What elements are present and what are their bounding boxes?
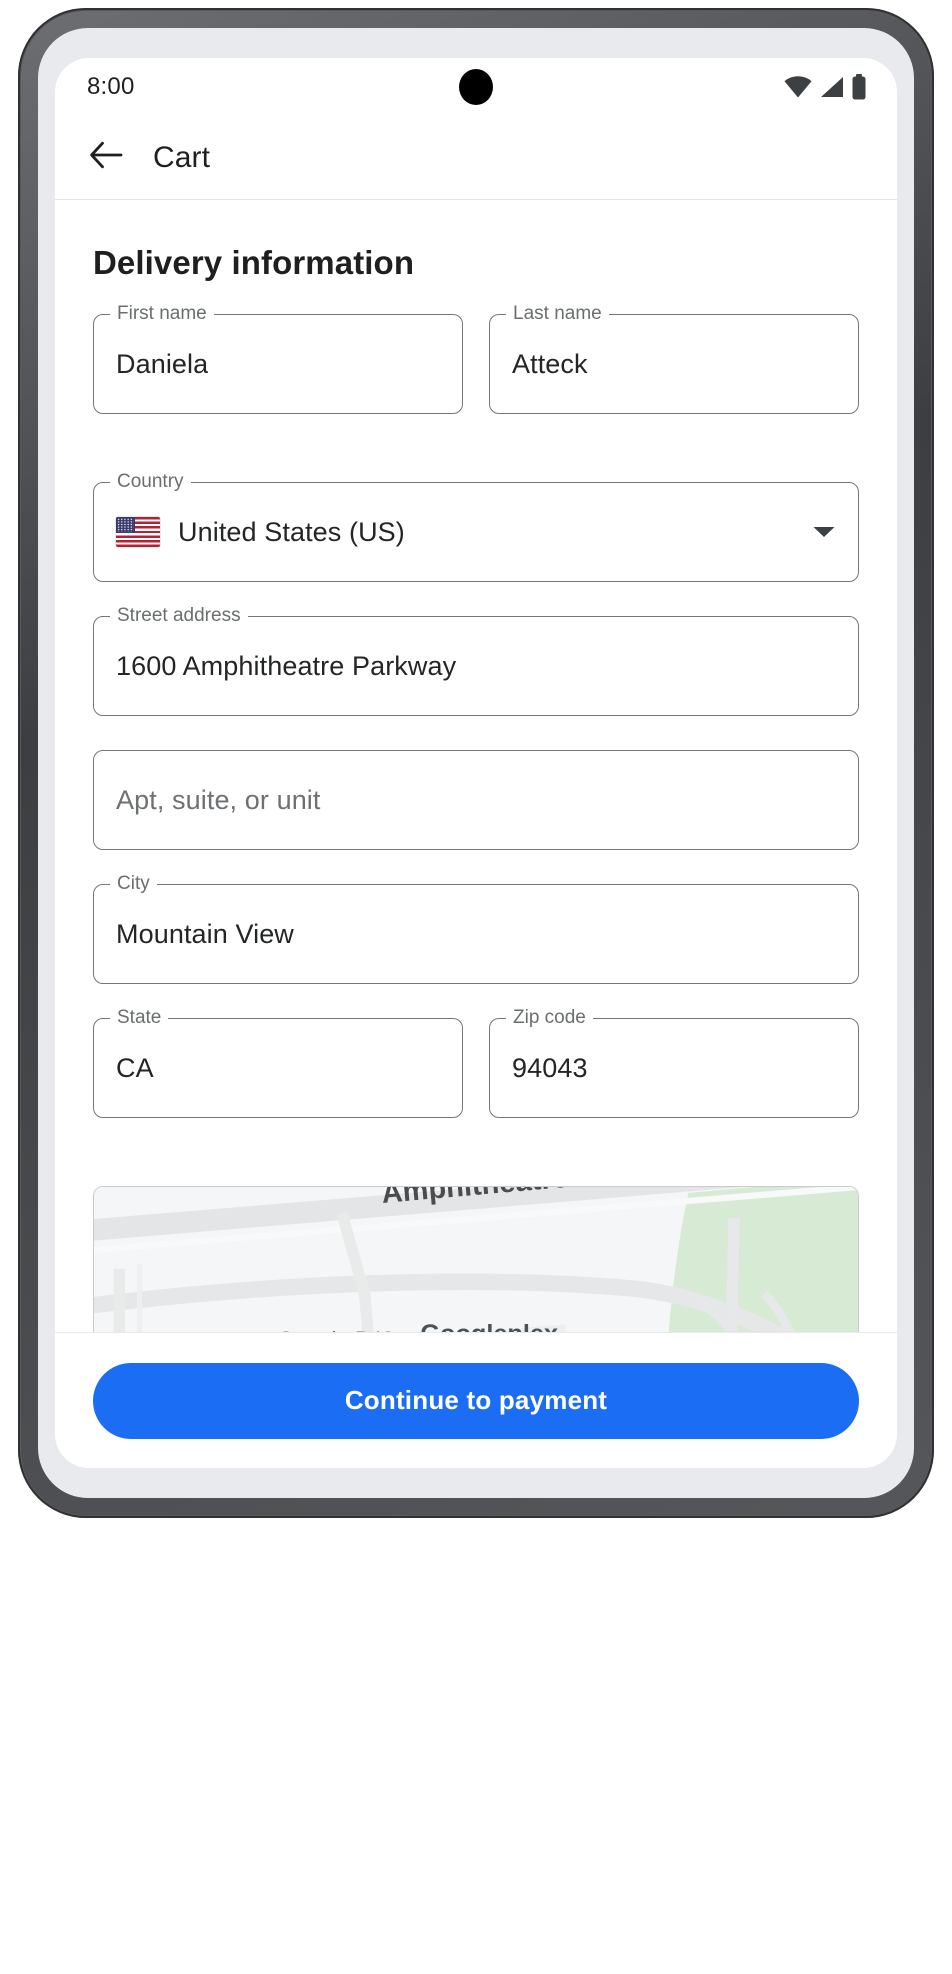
apt-suite-unit-placeholder: Apt, suite, or unit [116, 784, 321, 815]
cellular-signal-icon [819, 76, 844, 98]
map-preview[interactable]: Amphitheatre Pkwy Google B40 Googleplex … [93, 1186, 859, 1332]
state-label: State [110, 1007, 169, 1029]
state-field[interactable]: State CA [93, 1007, 463, 1118]
name-field-row: First name Daniela Last name Atteck [93, 303, 859, 448]
phone-device-frame: 8:00 Cart Delivery information First nam… [18, 8, 934, 1518]
chevron-down-icon[interactable] [812, 525, 836, 539]
us-flag-icon [116, 517, 160, 547]
arrow-back-icon [89, 140, 123, 175]
section-heading: Delivery information [93, 244, 415, 281]
status-bar: 8:00 [55, 58, 897, 116]
delivery-form-scroll-area[interactable]: Delivery information First name Daniela … [55, 200, 897, 1332]
state-zip-field-row: State CA Zip code 94043 [93, 1007, 859, 1152]
page-title: Cart [153, 140, 211, 174]
phone-screen: 8:00 Cart Delivery information First nam… [55, 58, 897, 1468]
zip-code-field[interactable]: Zip code 94043 [489, 1007, 859, 1118]
city-value: Mountain View [116, 918, 294, 949]
wifi-icon [784, 76, 812, 98]
continue-to-payment-button[interactable]: Continue to payment [93, 1362, 859, 1439]
first-name-value: Daniela [116, 348, 209, 379]
zip-code-label: Zip code [506, 1007, 593, 1029]
back-button[interactable] [83, 135, 129, 181]
street-address-label: Street address [110, 605, 248, 627]
country-select-field[interactable]: Country United States (US) [93, 471, 859, 582]
country-value: United States (US) [178, 516, 405, 547]
last-name-field[interactable]: Last name Atteck [489, 303, 859, 414]
first-name-field[interactable]: First name Daniela [93, 303, 463, 414]
last-name-label: Last name [506, 303, 609, 325]
battery-icon [851, 74, 867, 100]
map-poi-googleplex-name: Googleplex [420, 1320, 558, 1332]
last-name-value: Atteck [512, 348, 588, 379]
country-label: Country [110, 471, 191, 493]
street-address-value: 1600 Amphitheatre Parkway [116, 650, 457, 681]
app-bar: Cart [55, 116, 897, 200]
city-field[interactable]: City Mountain View [93, 873, 859, 984]
map-poi-b40-label: Google B40 [277, 1327, 394, 1332]
status-bar-icons [784, 74, 867, 100]
street-address-field[interactable]: Street address 1600 Amphitheatre Parkway [93, 605, 859, 716]
bottom-action-bar: Continue to payment [55, 1332, 897, 1468]
front-camera-punch-hole [459, 69, 493, 105]
city-label: City [110, 873, 157, 895]
state-value: CA [116, 1052, 154, 1083]
apt-suite-unit-field[interactable]: Apt, suite, or unit [93, 750, 859, 850]
phone-inner-bezel: 8:00 Cart Delivery information First nam… [38, 28, 914, 1498]
zip-code-value: 94043 [512, 1052, 588, 1083]
first-name-label: First name [110, 303, 214, 325]
status-bar-clock: 8:00 [87, 73, 135, 100]
